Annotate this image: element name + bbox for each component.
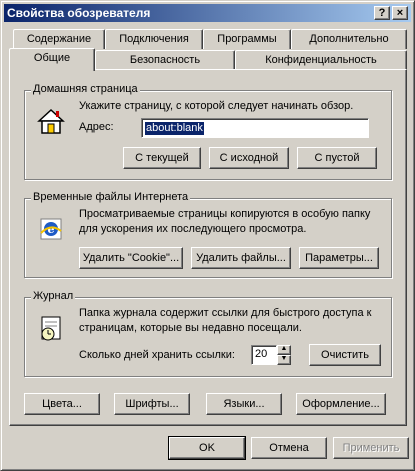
home-page-group: Домашняя страница Укажите страницу, с ко… <box>24 83 392 180</box>
tab-label: Программы <box>217 33 277 45</box>
temp-settings-button[interactable]: Параметры... <box>299 247 379 269</box>
tab-content[interactable]: Содержание <box>13 29 105 49</box>
history-group: Журнал Папка журнала содержит ссылки для… <box>24 290 392 377</box>
use-default-button[interactable]: С исходной <box>209 147 289 169</box>
days-down-button[interactable]: ▼ <box>277 355 291 365</box>
address-label: Адрес: <box>79 121 114 133</box>
use-current-button[interactable]: С текущей <box>123 147 201 169</box>
languages-button[interactable]: Языки... <box>206 393 282 415</box>
title-bar[interactable]: Свойства обозревателя ? × <box>4 4 411 22</box>
days-value: 20 <box>255 348 268 360</box>
tab-label: Дополнительно <box>309 33 389 45</box>
fonts-button[interactable]: Шрифты... <box>114 393 190 415</box>
history-description: Папка журнала содержит ссылки для быстро… <box>79 307 372 334</box>
days-label: Сколько дней хранить ссылки: <box>79 349 235 361</box>
temp-files-group: Временные файлы Интернета e Просматривае… <box>24 191 392 278</box>
house-icon <box>37 108 65 134</box>
arrow-up-icon: ▲ <box>280 345 288 352</box>
tab-security[interactable]: Безопасность <box>95 50 235 70</box>
tab-label: Подключения <box>119 33 189 45</box>
delete-cookies-button[interactable]: Удалить "Cookie"... <box>79 247 183 269</box>
tab-privacy[interactable]: Конфиденциальность <box>235 50 407 70</box>
tab-label: Общие <box>33 52 71 64</box>
cancel-button[interactable]: Отмена <box>251 437 327 459</box>
close-icon: × <box>396 7 404 19</box>
accessibility-button[interactable]: Оформление... <box>296 393 386 415</box>
temp-files-icon: e <box>40 218 62 240</box>
tab-label: Безопасность <box>129 54 201 66</box>
history-icon <box>41 316 61 341</box>
tab-general[interactable]: Общие <box>9 48 95 71</box>
tab-connections[interactable]: Подключения <box>105 29 203 49</box>
colors-button[interactable]: Цвета... <box>24 393 100 415</box>
ok-button[interactable]: OK <box>168 436 246 460</box>
apply-button[interactable]: Применить <box>333 437 409 459</box>
tab-label: Содержание <box>26 33 92 45</box>
days-input[interactable]: 20 <box>251 345 277 365</box>
svg-text:e: e <box>48 223 55 236</box>
tab-label: Конфиденциальность <box>265 54 377 66</box>
window-title: Свойства обозревателя <box>7 6 151 20</box>
help-icon: ? <box>378 7 386 19</box>
help-button[interactable]: ? <box>374 6 390 20</box>
days-up-button[interactable]: ▲ <box>277 345 291 355</box>
close-button[interactable]: × <box>392 6 408 20</box>
use-blank-button[interactable]: С пустой <box>297 147 377 169</box>
internet-options-window: Свойства обозревателя ? × Содержание Под… <box>0 0 415 471</box>
clear-history-button[interactable]: Очистить <box>309 344 381 366</box>
arrow-down-icon: ▼ <box>280 355 288 362</box>
tab-advanced[interactable]: Дополнительно <box>291 29 407 49</box>
tab-programs[interactable]: Программы <box>203 29 291 49</box>
home-page-group-title: Домашняя страница <box>31 83 140 95</box>
home-description: Укажите страницу, с которой следует начи… <box>79 100 354 112</box>
history-group-title: Журнал <box>31 290 76 302</box>
general-tab-panel: Домашняя страница Укажите страницу, с ко… <box>9 69 407 426</box>
address-field[interactable]: about:blank <box>141 118 369 138</box>
address-value: about:blank <box>145 122 204 135</box>
temp-files-group-title: Временные файлы Интернета <box>31 191 191 203</box>
temp-description: Просматриваемые страницы копируются в ос… <box>79 208 371 235</box>
delete-files-button[interactable]: Удалить файлы... <box>191 247 291 269</box>
